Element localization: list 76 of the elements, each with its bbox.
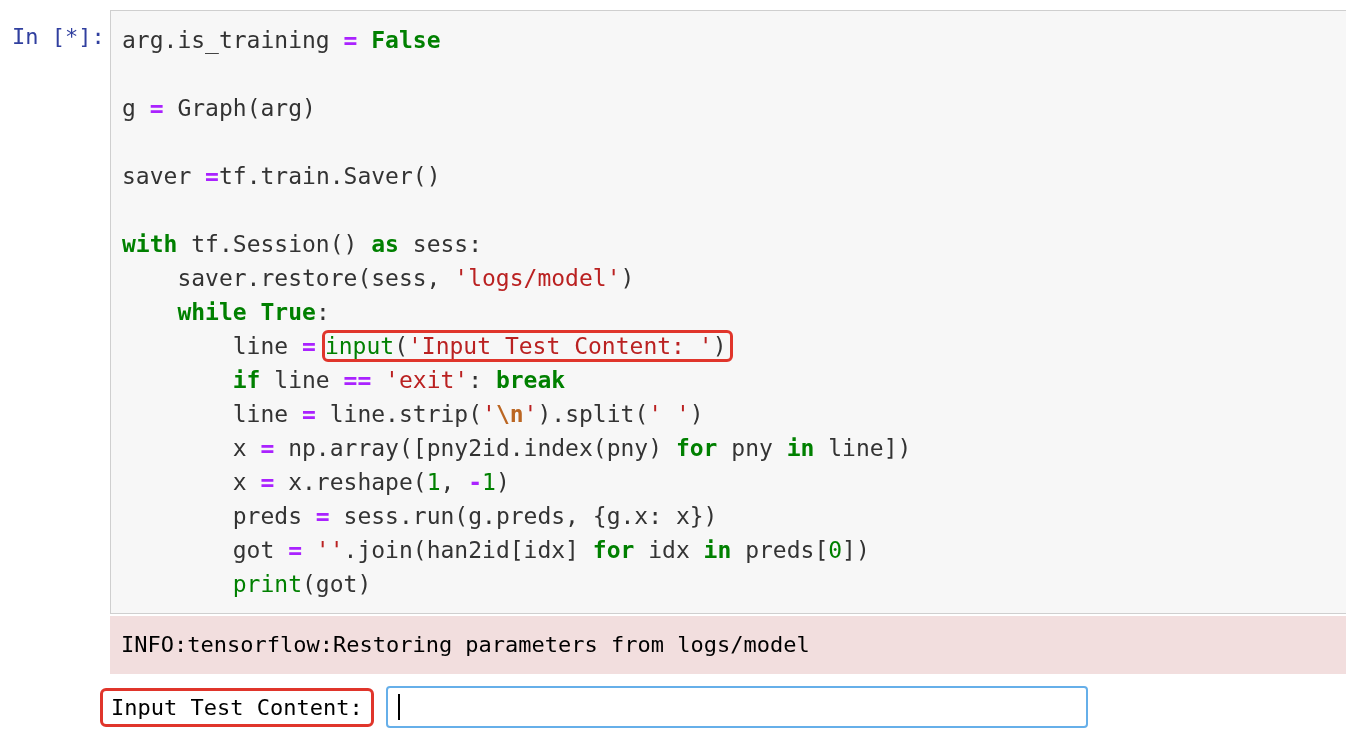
code-token: False	[370, 27, 441, 53]
code-token: x	[232, 435, 248, 461]
code-token: ).split(	[537, 401, 649, 427]
code-token: ==	[343, 367, 372, 393]
code-token: sess.run(g.preds, {g.x: x})	[342, 503, 718, 529]
code-token: '	[523, 401, 538, 427]
code-token: =	[302, 401, 316, 427]
code-token: preds	[232, 503, 303, 529]
code-token: 'Input Test Content: '	[408, 333, 713, 359]
cell-prompt: In [*]:	[11, 23, 106, 49]
code-token: pny	[730, 435, 774, 461]
code-token: Graph(arg)	[176, 95, 316, 121]
code-token: tf.train.Saver()	[218, 163, 441, 189]
code-token: \n	[495, 401, 524, 427]
code-token: '	[482, 401, 496, 427]
code-token: g	[122, 95, 137, 121]
code-token: while	[177, 299, 247, 325]
code-token: saver	[122, 163, 193, 189]
code-token: =	[343, 27, 358, 53]
code-token: x.reshape(	[287, 469, 427, 495]
stderr-output: INFO:tensorflow:Restoring parameters from logs/model	[110, 616, 1346, 674]
code-token: line.strip(	[328, 401, 483, 427]
code-token: break	[495, 367, 566, 393]
code-token: )	[712, 333, 727, 359]
code-token: 1	[482, 469, 496, 495]
code-token: =	[302, 333, 316, 359]
code-token: )	[620, 265, 635, 291]
code-token: 0	[828, 537, 843, 563]
code-token: ])	[842, 537, 870, 563]
code-token: in	[786, 435, 815, 461]
code-token: :	[468, 367, 484, 393]
code-token: =	[315, 503, 330, 529]
code-token: print	[232, 571, 302, 597]
code-token: for	[592, 537, 635, 563]
code-token: if	[232, 367, 261, 393]
code-token: (got)	[302, 571, 372, 597]
code-token: got	[232, 537, 276, 563]
code-token: np.array([pny2id.index(pny)	[287, 435, 664, 461]
code-token: ''	[314, 537, 344, 563]
code-token: 'exit'	[384, 367, 469, 393]
code-token: arg.is_training	[122, 27, 331, 53]
code-token: idx	[647, 537, 691, 563]
code-token: 'logs/model'	[454, 265, 621, 291]
stdin-prompt: Input Test Content:	[100, 687, 374, 727]
code-token: .join(han2id[idx]	[343, 537, 580, 563]
code-token: :	[315, 299, 330, 325]
code-token: x	[232, 469, 248, 495]
code-token: preds[	[744, 537, 829, 563]
code-token: True	[259, 299, 316, 325]
code-token: =	[260, 435, 275, 461]
code-token: -	[468, 469, 483, 495]
code-token: 1	[426, 469, 441, 495]
code-editor[interactable]	[110, 10, 1346, 614]
code-token: ' '	[648, 401, 690, 427]
code-token: line	[232, 401, 290, 427]
code-token: =	[260, 469, 275, 495]
code-token: ,	[440, 469, 456, 495]
input-field[interactable]	[385, 686, 1088, 728]
text-cursor	[397, 694, 400, 720]
code-token: as	[371, 231, 399, 257]
code-token: sess:	[411, 231, 483, 257]
code-token: for	[675, 435, 718, 461]
code-token: =	[288, 537, 302, 563]
code-token: line	[273, 367, 331, 393]
code-token: )	[689, 401, 704, 427]
code-token: (	[394, 333, 408, 359]
code-token: tf.Session()	[190, 231, 359, 257]
code-token: line])	[827, 435, 912, 461]
code-token: input	[324, 333, 395, 359]
code-token: line	[232, 333, 290, 359]
code-token: saver.restore(sess,	[177, 265, 442, 291]
code-token: =	[149, 95, 164, 121]
code-token: with	[122, 231, 178, 257]
code-token: )	[495, 469, 510, 495]
code-token: in	[703, 537, 732, 563]
code-token: =	[205, 163, 219, 189]
